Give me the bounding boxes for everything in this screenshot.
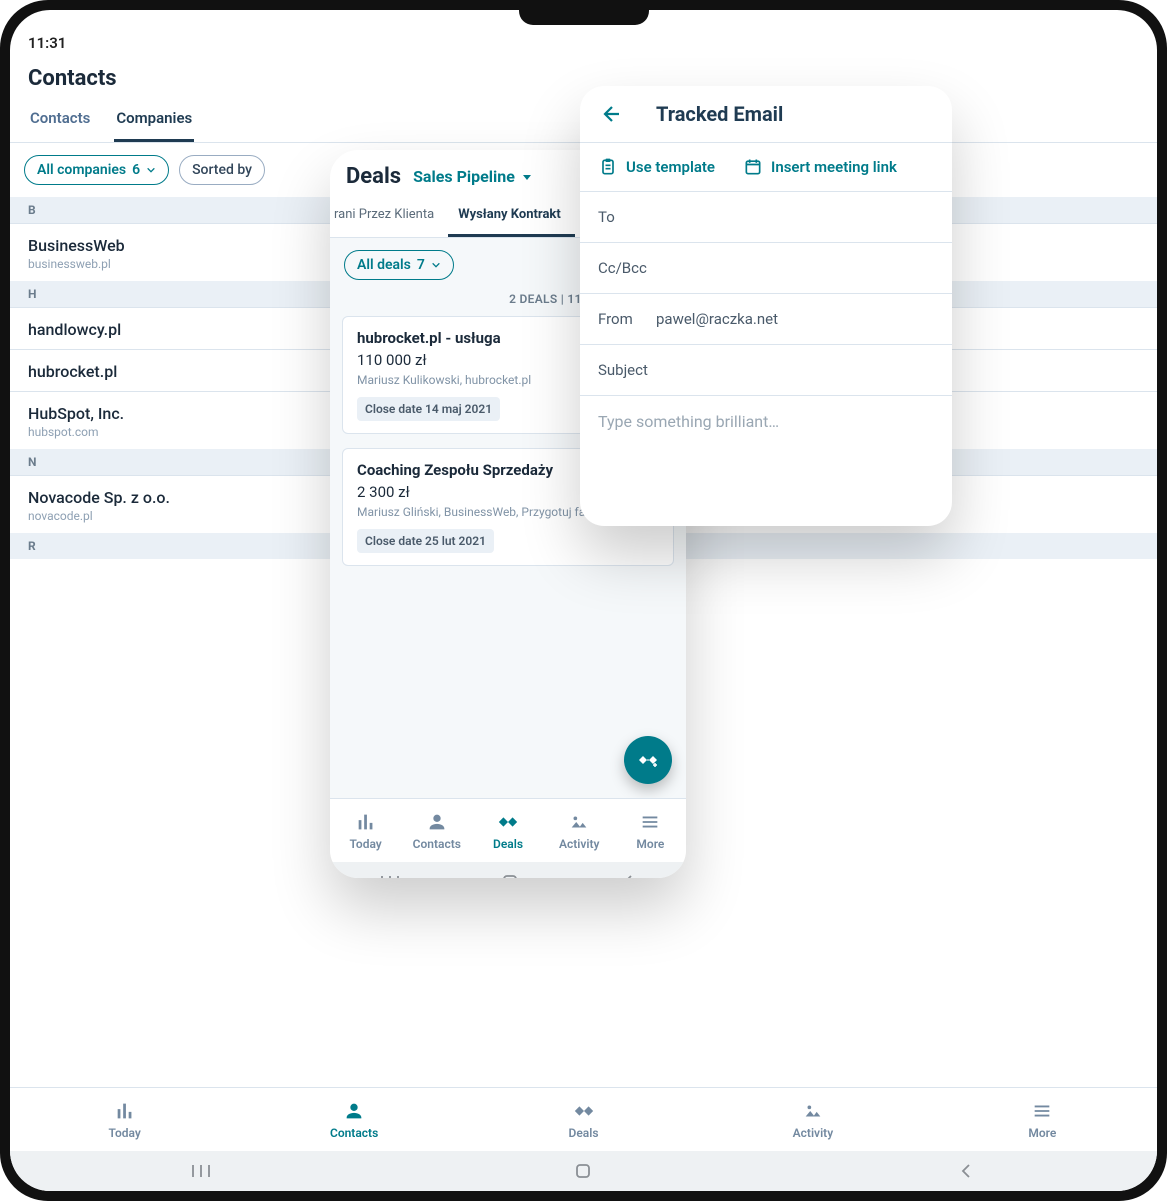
android-nav-bar <box>10 1151 1157 1191</box>
email-cc-label: Cc/Bcc <box>598 259 647 277</box>
nav-more[interactable]: More <box>615 799 686 862</box>
image-icon <box>802 1100 824 1122</box>
insert-meeting-label: Insert meeting link <box>771 158 897 176</box>
person-icon <box>343 1100 365 1122</box>
email-title: Tracked Email <box>656 102 783 126</box>
filter-all-companies[interactable]: All companies 6 <box>24 155 169 185</box>
email-subject-row[interactable]: Subject <box>580 345 952 396</box>
filter-all-companies-label: All companies <box>37 162 126 178</box>
email-to-row[interactable]: To <box>580 192 952 243</box>
chevron-down-icon <box>431 260 441 270</box>
nav-label: Contacts <box>413 837 461 851</box>
nav-label: Activity <box>559 837 600 851</box>
menu-icon <box>639 811 661 833</box>
tab-companies[interactable]: Companies <box>114 99 194 142</box>
person-icon <box>426 811 448 833</box>
nav-label: More <box>1028 1126 1056 1140</box>
email-body-input[interactable]: Type something brilliant… <box>580 396 952 447</box>
nav-today[interactable]: Today <box>330 799 401 862</box>
filter-all-deals-label: All deals <box>357 257 411 273</box>
email-to-label: To <box>598 208 646 226</box>
tracked-email-screen: Tracked Email Use template Insert meetin… <box>580 86 952 526</box>
email-subject-label: Subject <box>598 361 648 379</box>
nav-deals[interactable]: Deals <box>472 799 543 862</box>
email-cc-row[interactable]: Cc/Bcc <box>580 243 952 294</box>
nav-label: Deals <box>569 1126 599 1140</box>
deal-close-date: Close date 14 maj 2021 <box>357 397 500 421</box>
nav-today[interactable]: Today <box>10 1088 239 1151</box>
filter-sorted-by[interactable]: Sorted by <box>179 155 265 185</box>
nav-more[interactable]: More <box>928 1088 1157 1151</box>
pipeline-label: Sales Pipeline <box>413 167 515 186</box>
use-template-label: Use template <box>626 158 715 176</box>
nav-activity[interactable]: Activity <box>544 799 615 862</box>
phone-contacts-screen: 11:31 Contacts Contacts Companies All co… <box>0 0 358 844</box>
handshake-icon <box>573 1100 595 1122</box>
nav-activity[interactable]: Activity <box>698 1088 927 1151</box>
filter-all-companies-count: 6 <box>132 162 140 178</box>
handshake-plus-icon <box>636 748 660 772</box>
chevron-down-icon <box>146 165 156 175</box>
deals-title: Deals <box>346 164 401 189</box>
deal-close-date: Close date 25 lut 2021 <box>357 529 494 553</box>
bars-icon <box>355 811 377 833</box>
bottom-nav: Today Contacts Deals Activity More <box>330 798 686 862</box>
filter-all-deals[interactable]: All deals 7 <box>344 250 454 280</box>
email-from-value: pawel@raczka.net <box>656 310 778 328</box>
use-template-button[interactable]: Use template <box>598 157 715 177</box>
insert-meeting-button[interactable]: Insert meeting link <box>743 157 897 177</box>
tab-contacts[interactable]: Contacts <box>28 99 92 142</box>
image-icon <box>568 811 590 833</box>
bottom-nav: Today Contacts Deals Activity More <box>10 1087 1157 1151</box>
menu-icon <box>1031 1100 1053 1122</box>
nav-label: More <box>636 837 664 851</box>
recent-apps-button[interactable] <box>380 874 400 878</box>
filter-all-deals-count: 7 <box>417 257 425 273</box>
stage-tab-left[interactable]: rani Przez Klienta <box>330 197 448 237</box>
home-button[interactable] <box>500 872 520 878</box>
nav-contacts[interactable]: Contacts <box>239 1088 468 1151</box>
caret-down-icon <box>521 171 533 183</box>
status-time: 11:31 <box>28 34 66 52</box>
email-actions: Use template Insert meeting link <box>580 142 952 192</box>
arrow-left-icon <box>598 102 622 126</box>
nav-label: Today <box>349 837 381 851</box>
email-header: Tracked Email <box>580 86 952 142</box>
pipeline-dropdown[interactable]: Sales Pipeline <box>413 167 533 186</box>
handshake-icon <box>497 811 519 833</box>
android-nav-bar <box>330 862 686 878</box>
nav-label: Contacts <box>330 1126 378 1140</box>
nav-contacts[interactable]: Contacts <box>401 799 472 862</box>
back-button[interactable] <box>620 874 636 878</box>
nav-deals[interactable]: Deals <box>469 1088 698 1151</box>
nav-label: Deals <box>493 837 523 851</box>
stage-tab-right[interactable]: Wysłany Kontrakt <box>448 197 575 237</box>
clipboard-icon <box>598 157 618 177</box>
nav-label: Today <box>109 1126 141 1140</box>
calendar-icon <box>743 157 763 177</box>
home-button[interactable] <box>570 1158 596 1184</box>
bars-icon <box>114 1100 136 1122</box>
recent-apps-button[interactable] <box>188 1158 214 1184</box>
back-button[interactable] <box>953 1158 979 1184</box>
email-from-row[interactable]: From pawel@raczka.net <box>580 294 952 345</box>
add-deal-fab[interactable] <box>624 736 672 784</box>
page-title: Contacts <box>10 56 1157 99</box>
back-button[interactable] <box>598 102 622 126</box>
email-from-label: From <box>598 310 646 328</box>
nav-label: Activity <box>793 1126 834 1140</box>
phone-notch <box>519 3 649 25</box>
filter-sorted-by-label: Sorted by <box>192 162 252 178</box>
